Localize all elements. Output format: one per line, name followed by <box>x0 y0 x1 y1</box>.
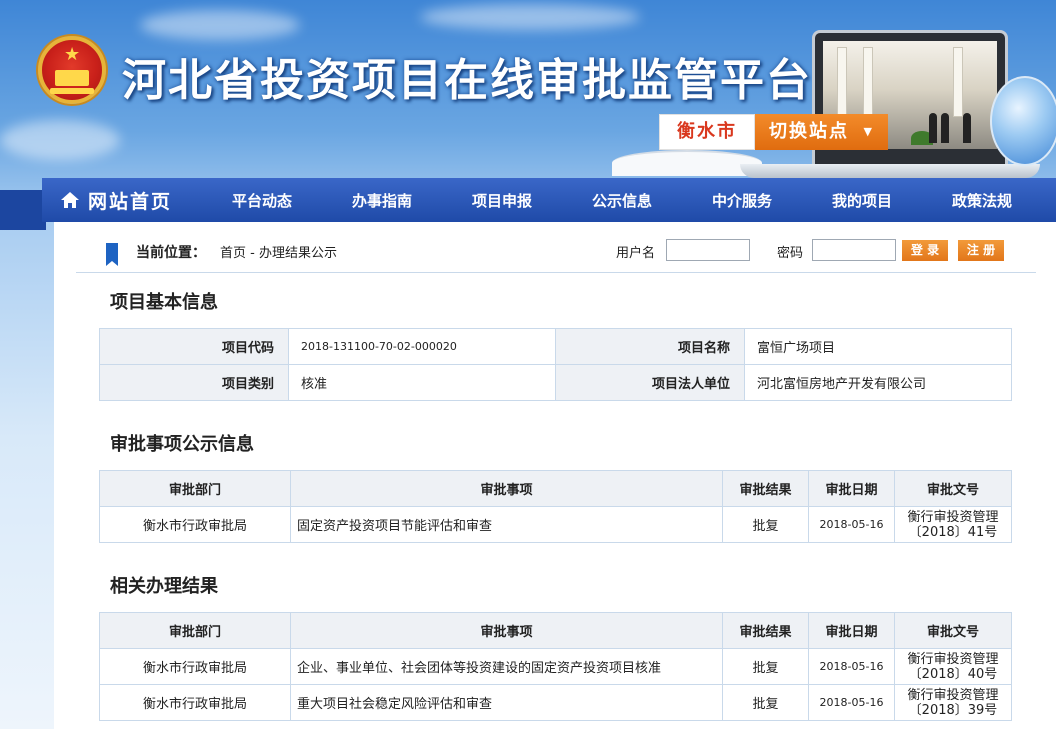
column-header: 审批事项 <box>290 470 723 507</box>
table-header-row: 审批部门 审批事项 审批结果 审批日期 审批文号 <box>99 470 1012 507</box>
register-button[interactable]: 注 册 <box>958 240 1004 261</box>
nav-home-label: 网站首页 <box>88 190 173 213</box>
project-code-label: 项目代码 <box>99 328 289 365</box>
username-input[interactable] <box>666 239 750 261</box>
column-header: 审批事项 <box>290 612 723 649</box>
nav-item-project-apply[interactable]: 项目申报 <box>442 190 562 211</box>
breadcrumb-label: 当前位置： <box>136 245 206 261</box>
section-title-approval-info: 审批事项公示信息 <box>110 434 254 455</box>
column-header: 审批日期 <box>808 470 895 507</box>
current-city: 衡水市 <box>659 114 755 150</box>
column-header: 审批部门 <box>99 612 291 649</box>
caret-down-icon: ▼ <box>863 125 874 138</box>
related-results-table: 审批部门 审批事项 审批结果 审批日期 审批文号 衡水市行政审批局 企业、事业单… <box>99 612 1012 721</box>
result-cell: 批复 <box>722 684 809 721</box>
nav-item-policies[interactable]: 政策法规 <box>922 190 1042 211</box>
item-cell: 企业、事业单位、社会团体等投资建设的固定资产投资项目核准 <box>290 648 723 685</box>
dept-cell: 衡水市行政审批局 <box>99 648 291 685</box>
column-header: 审批日期 <box>808 612 895 649</box>
table-row: 衡水市行政审批局 重大项目社会稳定风险评估和审查 批复 2018-05-16 衡… <box>99 684 1012 721</box>
breadcrumb: 首页 - 办理结果公示 <box>220 246 337 261</box>
main-nav: 网站首页 平台动态 办事指南 项目申报 公示信息 中介服务 我的项目 政策法规 <box>42 178 1056 222</box>
item-cell: 重大项目社会稳定风险评估和审查 <box>290 684 723 721</box>
dept-cell: 衡水市行政审批局 <box>99 506 291 543</box>
project-type-label: 项目类别 <box>99 364 289 401</box>
date-cell: 2018-05-16 <box>808 506 895 543</box>
switch-site-label: 切换站点 <box>769 121 849 142</box>
table-header-row: 审批部门 审批事项 审批结果 审批日期 审批文号 <box>99 612 1012 649</box>
section-title-related-results: 相关办理结果 <box>110 576 218 597</box>
project-name-value: 富恒广场项目 <box>744 328 1012 365</box>
nav-item-agency-service[interactable]: 中介服务 <box>682 190 802 211</box>
legal-entity-label: 项目法人单位 <box>555 364 745 401</box>
login-button[interactable]: 登 录 <box>902 240 948 261</box>
nav-item-platform-news[interactable]: 平台动态 <box>202 190 322 211</box>
bookmark-icon <box>106 243 118 266</box>
project-type-value: 核准 <box>288 364 556 401</box>
doc-number-line2: 〔2018〕39号 <box>908 702 998 718</box>
doc-number-line2: 〔2018〕41号 <box>908 524 998 540</box>
item-cell: 固定资产投资项目节能评估和审查 <box>290 506 723 543</box>
column-header: 审批部门 <box>99 470 291 507</box>
content-panel: 当前位置： 首页 - 办理结果公示 用户名 密码 登 录 注 册 项目基本信息 … <box>54 222 1056 729</box>
book-decoration <box>612 150 762 176</box>
column-header: 审批文号 <box>894 470 1012 507</box>
table-row: 项目代码 2018-131100-70-02-000020 项目名称 富恒广场项… <box>99 328 1012 365</box>
cloud-decoration <box>140 10 300 40</box>
table-row: 衡水市行政审批局 企业、事业单位、社会团体等投资建设的固定资产投资项目核准 批复… <box>99 648 1012 685</box>
nav-left-tab <box>0 190 46 230</box>
date-cell: 2018-05-16 <box>808 684 895 721</box>
doc-number-cell: 衡行审投资管理 〔2018〕41号 <box>894 506 1012 543</box>
switch-site-button[interactable]: 切换站点 ▼ <box>755 114 888 150</box>
nav-item-public-info[interactable]: 公示信息 <box>562 190 682 211</box>
table-row: 衡水市行政审批局 固定资产投资项目节能评估和审查 批复 2018-05-16 衡… <box>99 506 1012 543</box>
doc-number-line1: 衡行审投资管理 <box>907 509 999 525</box>
column-header: 审批文号 <box>894 612 1012 649</box>
column-header: 审批结果 <box>722 470 809 507</box>
nav-item-guide[interactable]: 办事指南 <box>322 190 442 211</box>
result-cell: 批复 <box>722 506 809 543</box>
password-input[interactable] <box>812 239 896 261</box>
globe-decoration <box>990 76 1056 166</box>
project-code-value: 2018-131100-70-02-000020 <box>288 328 556 365</box>
national-emblem-icon: ★ <box>38 36 106 104</box>
project-name-label: 项目名称 <box>555 328 745 365</box>
column-header: 审批结果 <box>722 612 809 649</box>
doc-number-line1: 衡行审投资管理 <box>907 651 999 667</box>
username-label: 用户名 <box>616 246 656 261</box>
section-title-basic-info: 项目基本信息 <box>110 292 218 313</box>
home-icon <box>61 192 79 208</box>
laptop-base-decoration <box>740 164 1040 178</box>
basic-info-table: 项目代码 2018-131100-70-02-000020 项目名称 富恒广场项… <box>99 328 1012 401</box>
nav-item-my-projects[interactable]: 我的项目 <box>802 190 922 211</box>
password-label: 密码 <box>777 246 804 261</box>
doc-number-cell: 衡行审投资管理 〔2018〕40号 <box>894 648 1012 685</box>
result-cell: 批复 <box>722 648 809 685</box>
doc-number-line2: 〔2018〕40号 <box>908 666 998 682</box>
doc-number-line1: 衡行审投资管理 <box>907 687 999 703</box>
nav-item-home[interactable]: 网站首页 <box>42 178 202 222</box>
cloud-decoration <box>420 4 640 30</box>
date-cell: 2018-05-16 <box>808 648 895 685</box>
site-header: ★ 河北省投资项目在线审批监管平台 衡水市 切换站点 ▼ <box>0 0 1056 178</box>
table-row: 项目类别 核准 项目法人单位 河北富恒房地产开发有限公司 <box>99 364 1012 401</box>
breadcrumb-bar: 当前位置： 首页 - 办理结果公示 用户名 密码 登 录 注 册 <box>76 236 1036 273</box>
approval-info-table: 审批部门 审批事项 审批结果 审批日期 审批文号 衡水市行政审批局 固定资产投资… <box>99 470 1012 543</box>
dept-cell: 衡水市行政审批局 <box>99 684 291 721</box>
legal-entity-value: 河北富恒房地产开发有限公司 <box>744 364 1012 401</box>
cloud-decoration <box>0 120 120 160</box>
doc-number-cell: 衡行审投资管理 〔2018〕39号 <box>894 684 1012 721</box>
site-title: 河北省投资项目在线审批监管平台 <box>122 55 812 106</box>
